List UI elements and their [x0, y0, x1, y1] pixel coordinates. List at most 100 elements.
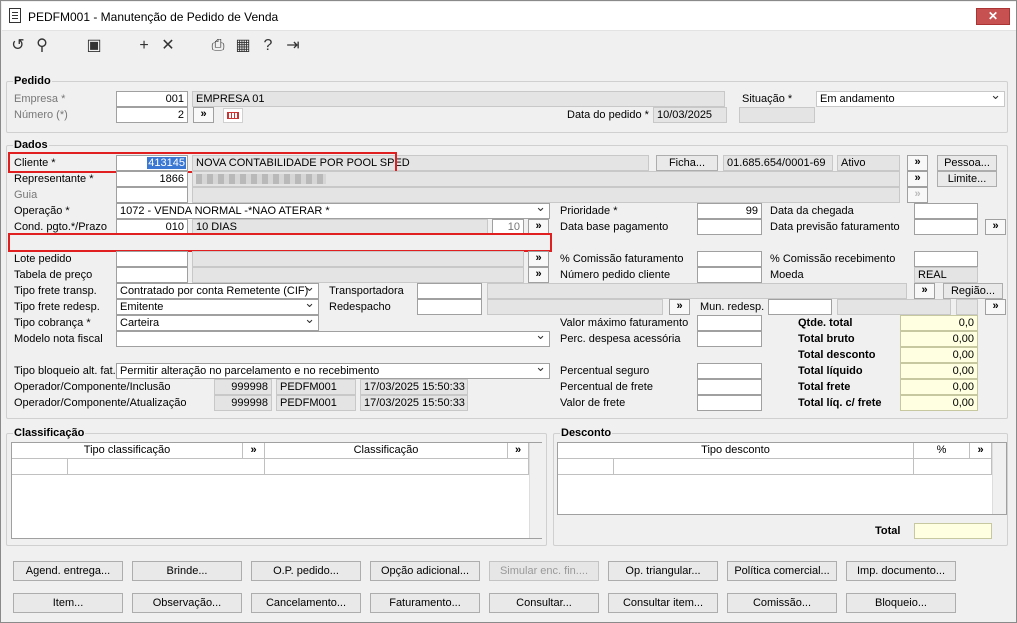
transportadora-more-button[interactable]: »	[914, 283, 935, 299]
op-pedido-button[interactable]: O.P. pedido...	[251, 561, 361, 581]
cliente-highlight-box	[8, 152, 397, 173]
consultar-button[interactable]: Consultar...	[489, 593, 599, 613]
perc-frete-field[interactable]	[697, 379, 762, 395]
grid-cell[interactable]	[558, 459, 614, 475]
guia-code-field[interactable]	[116, 187, 188, 203]
lote-more-button[interactable]: »	[528, 251, 549, 267]
valor-max-field[interactable]	[697, 315, 762, 331]
num-pedido-cliente-field[interactable]	[697, 267, 762, 283]
numero-next-button[interactable]: »	[193, 107, 214, 123]
regiao-button[interactable]: Região...	[943, 283, 1003, 299]
situacao-select[interactable]: Em andamento	[816, 91, 1005, 107]
document-icon	[9, 8, 21, 23]
guia-more-button[interactable]: »	[907, 187, 928, 203]
bloqueio-button[interactable]: Bloqueio...	[846, 593, 956, 613]
col-percent[interactable]: %	[914, 443, 970, 459]
data-previsao-field[interactable]	[914, 219, 978, 235]
grid-cell[interactable]	[12, 459, 68, 475]
delete-icon[interactable]: ✕	[158, 36, 178, 56]
tabela-more-button[interactable]: »	[528, 267, 549, 283]
consultar-item-button[interactable]: Consultar item...	[608, 593, 718, 613]
representante-more-button[interactable]: »	[907, 171, 928, 187]
politica-comercial-button[interactable]: Política comercial...	[727, 561, 837, 581]
grid-cell[interactable]	[265, 459, 529, 475]
operacao-select[interactable]: 1072 - VENDA NORMAL -*NAO ATERAR *	[116, 203, 550, 219]
comissao-rec-field[interactable]	[914, 251, 978, 267]
frete-transp-select[interactable]: Contratado por conta Remetente (CIF)	[116, 283, 319, 299]
col-tipo-more-button[interactable]: »	[243, 443, 265, 459]
pessoa-button[interactable]: Pessoa...	[937, 155, 997, 171]
empresa-code-field[interactable]: 001	[116, 91, 188, 107]
ficha-button[interactable]: Ficha...	[656, 155, 718, 171]
mun-redesp-uf-field	[956, 299, 978, 315]
desconto-grid[interactable]: Tipo desconto % »	[557, 442, 1007, 515]
total-bruto-label: Total bruto	[798, 333, 855, 345]
redespacho-code-field[interactable]	[417, 299, 482, 315]
simular-enc-fin-button[interactable]: Simular enc. fin....	[489, 561, 599, 581]
modelo-nf-label: Modelo nota fiscal	[14, 333, 103, 345]
grid-cell[interactable]	[614, 459, 914, 475]
mun-redesp-code-field[interactable]	[768, 299, 832, 315]
col-classificacao[interactable]: Classificação	[265, 443, 508, 459]
total-liquido-label: Total líquido	[798, 365, 863, 377]
lote-label: Lote pedido	[14, 253, 72, 265]
op-triangular-button[interactable]: Op. triangular...	[608, 561, 718, 581]
empresa-name-field: EMPRESA 01	[192, 91, 725, 107]
numero-label: Número (*)	[14, 109, 68, 121]
item-button[interactable]: Item...	[13, 593, 123, 613]
numero-field[interactable]: 2	[116, 107, 188, 123]
col-tipo-classificacao[interactable]: Tipo classificação	[12, 443, 243, 459]
mun-redesp-more-button[interactable]: »	[985, 299, 1006, 315]
imp-documento-button[interactable]: Imp. documento...	[846, 561, 956, 581]
data-base-field[interactable]	[697, 219, 762, 235]
grid-cell[interactable]	[914, 459, 992, 475]
observacao-button[interactable]: Observação...	[132, 593, 242, 613]
perc-despesa-field[interactable]	[697, 331, 762, 347]
faturamento-button[interactable]: Faturamento...	[370, 593, 480, 613]
blank-readonly-field	[739, 107, 815, 123]
tabela-preco-label: Tabela de preço	[14, 269, 93, 281]
add-icon[interactable]: +	[134, 36, 154, 56]
col-desconto-more-button[interactable]: »	[970, 443, 992, 459]
representante-code-field[interactable]: 1866	[116, 171, 188, 187]
transportadora-code-field[interactable]	[417, 283, 482, 299]
col-class-more-button[interactable]: »	[508, 443, 529, 459]
desconto-scrollbar[interactable]	[992, 443, 1006, 514]
cancelamento-button[interactable]: Cancelamento...	[251, 593, 361, 613]
title-bar: PEDFM001 - Manutenção de Pedido de Venda…	[2, 2, 1016, 31]
grid-cell[interactable]	[68, 459, 265, 475]
agend-entrega-button[interactable]: Agend. entrega...	[13, 561, 123, 581]
classificacao-grid[interactable]: Tipo classificação » Classificação »	[11, 442, 543, 539]
cobranca-select[interactable]: Carteira	[116, 315, 319, 331]
opcao-adicional-button[interactable]: Opção adicional...	[370, 561, 480, 581]
undo-icon[interactable]: ↺	[8, 36, 28, 56]
calendar-icon[interactable]: ▦	[233, 36, 253, 56]
col-tipo-desconto[interactable]: Tipo desconto	[558, 443, 914, 459]
frete-transp-label: Tipo frete transp.	[14, 285, 97, 297]
classificacao-scrollbar[interactable]	[529, 443, 543, 538]
prioridade-field[interactable]: 99	[697, 203, 762, 219]
print-icon[interactable]: ⎙	[208, 36, 228, 56]
data-previsao-more-button[interactable]: »	[985, 219, 1006, 235]
brinde-button[interactable]: Brinde...	[132, 561, 242, 581]
perc-seguro-field[interactable]	[697, 363, 762, 379]
comissao-fat-label: % Comissão faturamento	[560, 253, 684, 265]
search-icon[interactable]: ⚲	[32, 36, 52, 56]
cliente-more-button[interactable]: »	[907, 155, 928, 171]
tabela-code-field[interactable]	[116, 267, 188, 283]
modelo-nf-select[interactable]	[116, 331, 550, 347]
close-button[interactable]: ✕	[976, 8, 1010, 25]
frete-redesp-select[interactable]: Emitente	[116, 299, 319, 315]
redespacho-more-button[interactable]: »	[669, 299, 690, 315]
save-icon[interactable]: ▣	[84, 36, 104, 56]
numero-calendar-icon[interactable]	[223, 108, 243, 123]
lote-code-field[interactable]	[116, 251, 188, 267]
comissao-fat-field[interactable]	[697, 251, 762, 267]
exit-icon[interactable]: ⇥	[283, 36, 303, 56]
bloqueio-select[interactable]: Permitir alteração no parcelamento e no …	[116, 363, 550, 379]
data-chegada-field[interactable]	[914, 203, 978, 219]
help-icon[interactable]: ?	[258, 36, 278, 56]
valor-frete-field[interactable]	[697, 395, 762, 411]
limite-button[interactable]: Limite...	[937, 171, 997, 187]
comissao-button[interactable]: Comissão...	[727, 593, 837, 613]
